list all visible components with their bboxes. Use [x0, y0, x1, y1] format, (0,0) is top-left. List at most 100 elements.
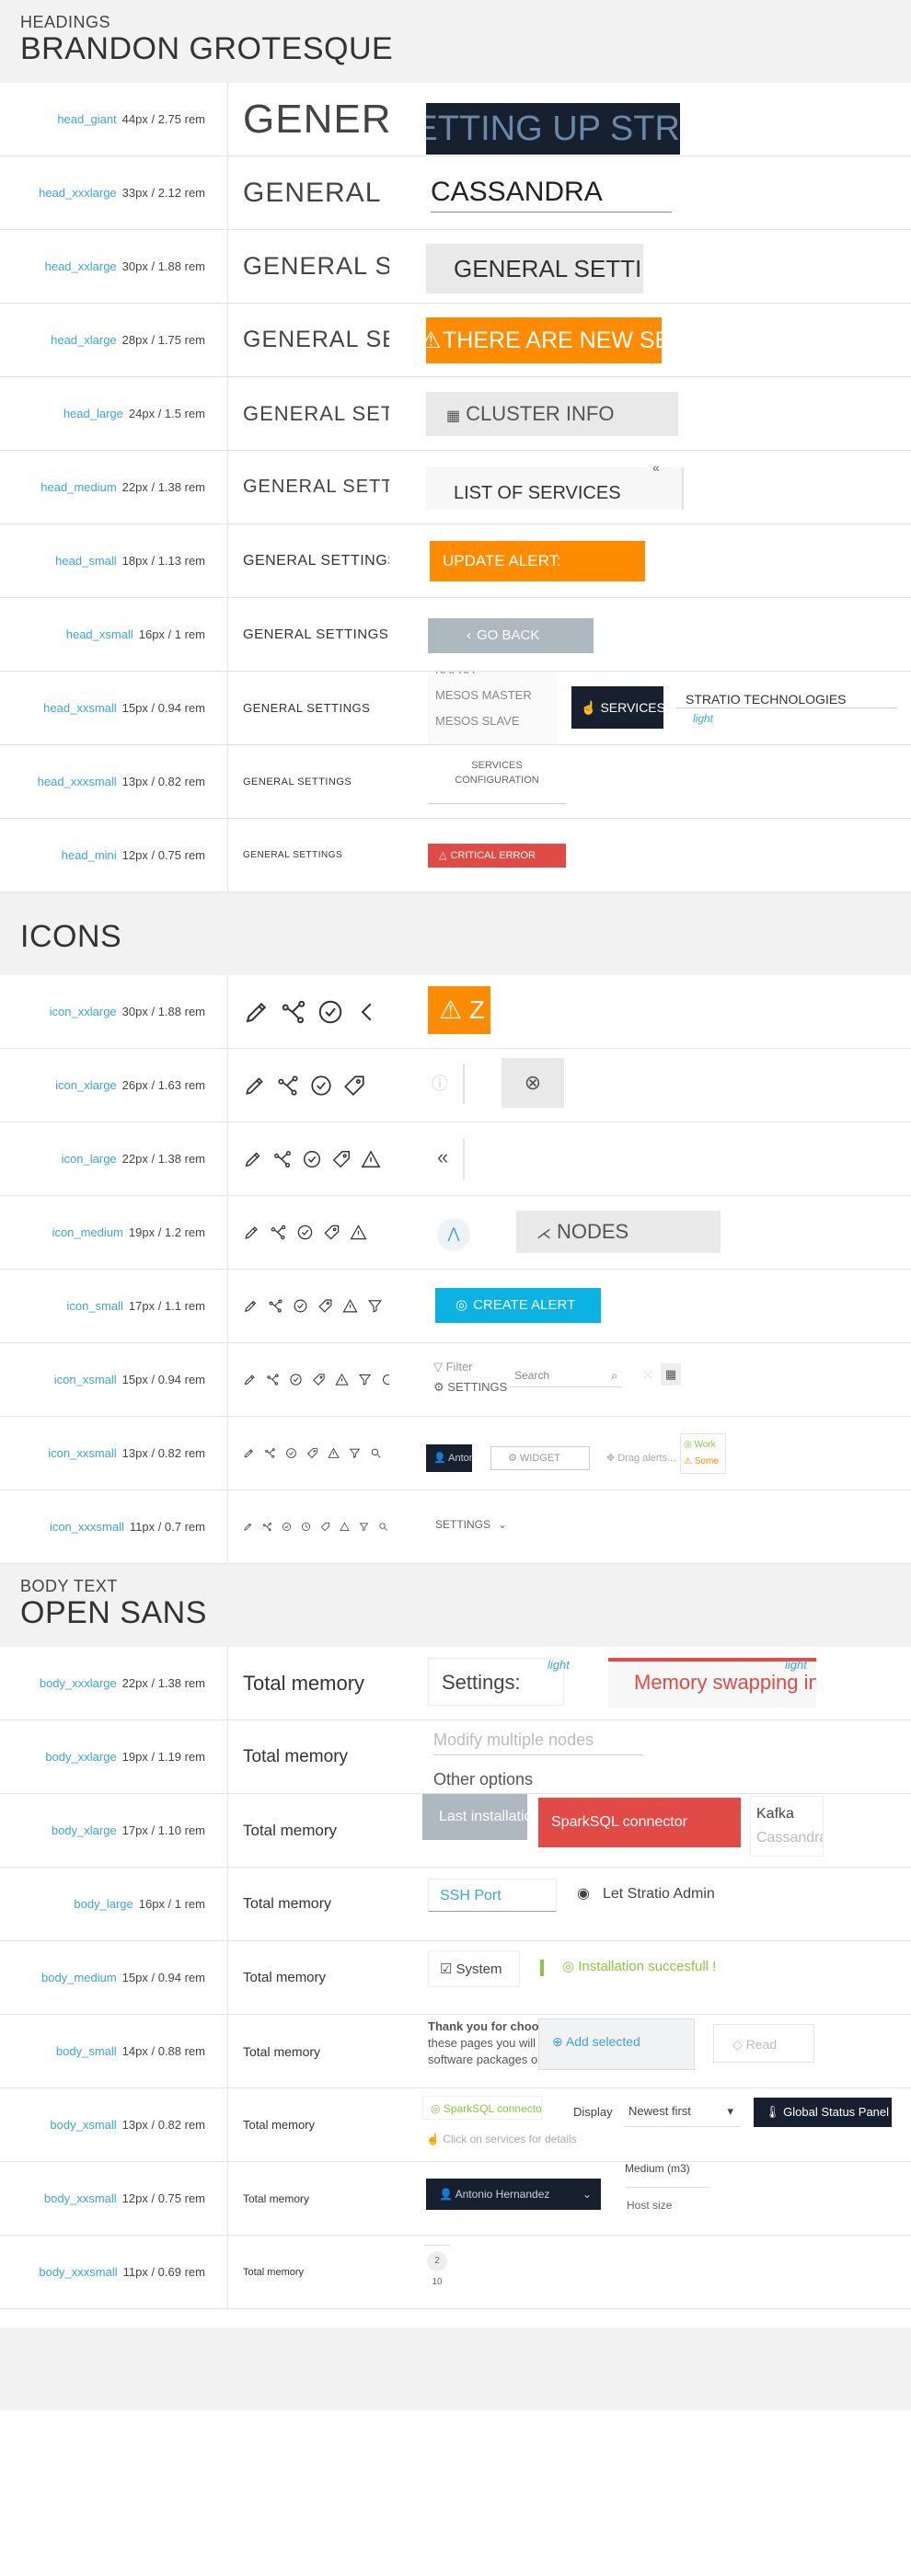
- modify-nodes-input[interactable]: Modify multiple nodes: [433, 1724, 643, 1755]
- warning-icon: ⚠: [439, 995, 463, 1024]
- list-item[interactable]: MESOS MASTER: [435, 683, 557, 708]
- icons-section-title: ICONS: [20, 919, 122, 954]
- ssh-port-field[interactable]: SSH Port: [428, 1879, 557, 1912]
- check-circle-icon: ◎: [684, 1440, 695, 1450]
- list-item[interactable]: ◎ Work: [684, 1437, 722, 1454]
- services-nav-item[interactable]: ☝ SERVICES: [571, 686, 663, 729]
- type-sample: GENERAL SETTINGS: [243, 96, 389, 142]
- chevron-down-icon: ⌄: [582, 2188, 592, 2201]
- settings-dropdown[interactable]: SETTINGS ⌄: [435, 1518, 507, 1531]
- warning-icon: [342, 1298, 358, 1313]
- other-options-link[interactable]: Other options: [433, 1770, 533, 1789]
- widget-button[interactable]: ⚙ WIDGET: [490, 1446, 590, 1470]
- style-size: 24px / 1.5 rem: [128, 407, 205, 420]
- cassandra-title: CASSANDRA: [431, 171, 672, 213]
- system-checkbox[interactable]: ☑ System: [428, 1950, 520, 1987]
- caret-down-icon: ▾: [727, 2104, 733, 2118]
- type-row: icon_xsmall 15px / 0.94 rem ▽ Filter ⚙ SE…: [0, 1343, 911, 1417]
- style-size: 30px / 1.88 rem: [121, 259, 205, 273]
- type-row: body_large 16px / 1 rem Total memory SSH …: [0, 1868, 911, 1941]
- style-name: body_xsmall: [50, 2118, 117, 2132]
- pencil-icon: [245, 1226, 258, 1239]
- style-name: head_medium: [40, 480, 117, 494]
- type-row: body_xlarge 17px / 1.10 rem Total memory …: [0, 1794, 911, 1868]
- sparksql-connector-button[interactable]: SparkSQL connector: [538, 1798, 741, 1847]
- sort-select[interactable]: Newest first ▾: [623, 2096, 741, 2127]
- double-chevron-left-icon[interactable]: «: [428, 1139, 465, 1179]
- style-size: 19px / 1.2 rem: [128, 1225, 205, 1239]
- style-size: 33px / 2.12 rem: [121, 186, 205, 200]
- go-back-button[interactable]: ‹ GO BACK: [428, 618, 594, 653]
- style-size: 12px / 0.75 rem: [121, 848, 205, 862]
- grid-dots-icon[interactable]: ⁙: [638, 1363, 658, 1386]
- grid-icon[interactable]: ▦: [661, 1363, 681, 1386]
- sparksql-chip[interactable]: ◎ SparkSQL connector: [422, 2096, 542, 2120]
- search-input[interactable]: Search ⌕: [509, 1363, 621, 1387]
- icon-samples: [228, 1343, 389, 1416]
- type-row: head_giant 44px / 2.75 rem GENERAL SETTIN…: [0, 83, 911, 156]
- type-sample: Total memory: [243, 2043, 321, 2059]
- cluster-info-button[interactable]: ▦ CLUSTER INFO: [426, 392, 678, 436]
- gear-icon: ⚙: [508, 1453, 520, 1464]
- stratio-admin-radio[interactable]: ◉ Let Stratio Admin: [577, 1884, 715, 1903]
- add-selected-button[interactable]: ⊕ Add selected: [538, 2018, 695, 2070]
- body-section-label: BODY TEXT: [20, 1577, 118, 1595]
- host-size-select[interactable]: Medium (m3): [625, 2162, 709, 2188]
- settings-label-box: Settings:: [428, 1658, 564, 1706]
- create-alert-button[interactable]: ◎ CREATE ALERT: [435, 1288, 601, 1323]
- style-name: head_large: [63, 407, 123, 420]
- filter-icon: ▽: [433, 1360, 446, 1374]
- close-circle-icon[interactable]: ⊗: [502, 1058, 564, 1108]
- service-list: KAFKA MESOS MASTER MESOS SLAVE: [428, 672, 557, 744]
- last-installation-button[interactable]: Last installation: [422, 1794, 527, 1840]
- services-configuration-tab[interactable]: SERVICES CONFIGURATION: [428, 758, 566, 804]
- type-row: icon_xxsmall 13px / 0.82 rem 👤 Antonio ⚙ …: [0, 1417, 911, 1490]
- page-number[interactable]: 10: [424, 2277, 450, 2287]
- style-name: icon_xlarge: [55, 1078, 117, 1092]
- status-bar: [540, 1960, 544, 1976]
- style-name: head_xxsmall: [43, 701, 117, 715]
- host-size-label: Host size: [627, 2199, 673, 2212]
- user-menu[interactable]: 👤 Antonio Hernandez ⌄: [426, 2179, 601, 2210]
- setup-banner: SETTING UP STRATIO: [426, 103, 680, 155]
- settings-link[interactable]: ⚙ SETTINGS: [433, 1380, 507, 1395]
- nodes-button[interactable]: ⋌ NODES: [516, 1211, 721, 1253]
- style-name: head_giant: [57, 112, 117, 126]
- chevron-left-icon: ‹: [467, 627, 471, 643]
- light-label: light: [548, 1658, 570, 1672]
- list-of-services-panel: LIST OF SERVICES: [426, 467, 684, 510]
- type-sample: GENERAL SETTINGS: [243, 252, 389, 280]
- list-item[interactable]: KAFKA: [435, 672, 557, 683]
- type-row: icon_large 22px / 1.38 rem «: [0, 1122, 911, 1196]
- drag-icon: ✥: [606, 1453, 618, 1464]
- bell-icon: △: [439, 850, 447, 861]
- list-item[interactable]: MESOS SLAVE: [435, 708, 557, 734]
- company-name: STRATIO TECHNOLOGIES: [676, 692, 897, 708]
- check-circle-icon: ◎: [562, 1959, 579, 1974]
- general-settings-tab[interactable]: GENERAL SETTINGS: [426, 244, 643, 293]
- list-item[interactable]: Cassandra: [756, 1826, 823, 1850]
- list-item[interactable]: ⚠ Some: [684, 1454, 722, 1470]
- tag-icon: [320, 1523, 329, 1532]
- footer-band: [0, 2328, 911, 2410]
- light-label: light: [785, 1658, 807, 1672]
- type-sample: Total memory: [243, 2266, 305, 2278]
- tag-icon: [313, 1374, 325, 1386]
- global-status-panel-button[interactable]: 🌡 Global Status Panel: [754, 2098, 892, 2127]
- style-size: 16px / 1 rem: [138, 1897, 205, 1911]
- type-sample: GENERAL SETTINGS: [243, 776, 352, 788]
- body-section-header: BODY TEXT OPEN SANS: [0, 1564, 911, 1647]
- nodes-round-icon[interactable]: ⋀: [437, 1218, 470, 1251]
- collapse-icon[interactable]: «: [652, 460, 660, 475]
- read-button[interactable]: ◇ Read: [713, 2024, 814, 2063]
- user-chip[interactable]: 👤 Antonio: [426, 1444, 472, 1472]
- icon-samples: [228, 1122, 389, 1195]
- filter-link[interactable]: ▽ Filter: [433, 1360, 473, 1374]
- list-item[interactable]: Kafka: [756, 1802, 817, 1826]
- search-icon[interactable]: ⌕: [611, 1363, 617, 1386]
- style-name: head_xxlarge: [44, 259, 117, 273]
- icon-samples: [228, 1490, 389, 1563]
- chevron-left-icon: [361, 1003, 372, 1020]
- page-number[interactable]: 2: [427, 2251, 447, 2271]
- style-size: 17px / 1.1 rem: [128, 1299, 205, 1313]
